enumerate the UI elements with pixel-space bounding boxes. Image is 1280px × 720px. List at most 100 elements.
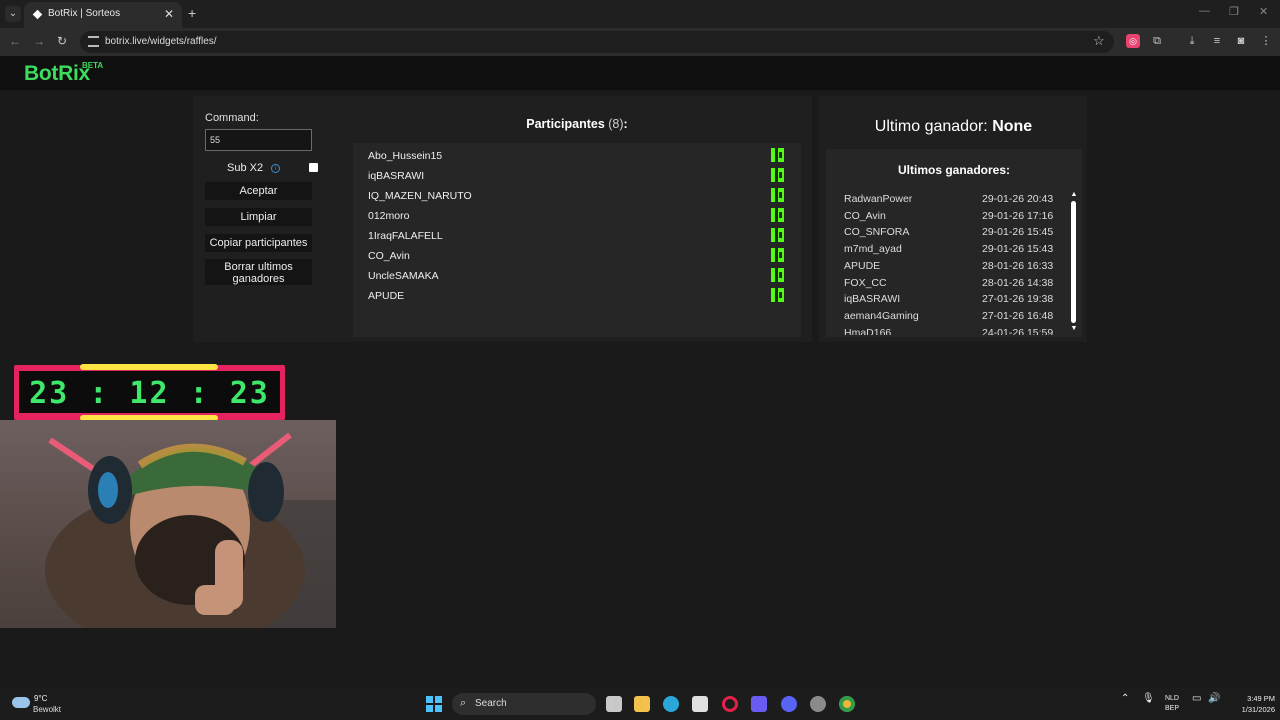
forward-icon[interactable]: → — [33, 34, 45, 48]
last-winner-row: aeman4Gaming 27-01-26 16:48 — [844, 308, 1054, 324]
participants-label: Participantes — [526, 117, 605, 131]
browser-tab[interactable]: BotRix | Sorteos ✕ — [24, 2, 182, 28]
extensions-puzzle-icon[interactable]: ⧉ — [1150, 34, 1164, 48]
last-winners-scrollbar[interactable]: ▲ ▼ — [1070, 191, 1078, 333]
participants-count: (8) — [608, 117, 624, 131]
command-label: Command: — [205, 112, 259, 124]
winner-name: APUDE — [844, 259, 881, 272]
participant-row: UncleSAMAKA — [368, 268, 788, 284]
tray-chevron-icon[interactable]: ⌃ — [1121, 694, 1129, 704]
participant-name: Abo_Hussein15 — [368, 150, 443, 162]
last-winner-row: iqBASRAWI 27-01-26 19:38 — [844, 291, 1054, 307]
info-icon[interactable]: i — [271, 164, 280, 173]
last-winner-row: FOX_CC 28-01-26 14:38 — [844, 275, 1054, 291]
tab-list-chevron-icon[interactable]: ⌄ — [5, 6, 21, 22]
scroll-down-icon[interactable]: ▼ — [1070, 325, 1078, 332]
participant-row: IQ_MAZEN_NARUTO — [368, 188, 788, 204]
volume-icon[interactable]: 🔊 — [1208, 694, 1220, 704]
task-view-icon[interactable] — [606, 696, 622, 712]
extension-icon[interactable]: ◎ — [1126, 34, 1140, 48]
profile-icon[interactable]: ◙ — [1234, 34, 1248, 48]
new-tab-icon[interactable]: + — [188, 5, 196, 21]
language-indicator[interactable]: NLD BEP — [1160, 694, 1184, 714]
site-info-icon[interactable] — [88, 36, 99, 47]
reload-icon[interactable]: ↻ — [57, 34, 67, 48]
winner-name: HmaD166 — [844, 326, 892, 335]
last-winner-row: APUDE 28-01-26 16:33 — [844, 258, 1054, 274]
delete-last-winners-button[interactable]: Borrar ultimos ganadores — [205, 259, 312, 285]
steam-icon[interactable] — [810, 696, 826, 712]
participant-name: UncleSAMAKA — [368, 270, 439, 282]
clock-time: 3:49 PM — [1247, 694, 1275, 703]
tab-close-icon[interactable]: ✕ — [164, 7, 174, 21]
taskbar-search[interactable]: ⌕ Search — [452, 693, 596, 715]
last-winner-heading: Ultimo ganador: None — [820, 118, 1087, 136]
winner-date: 24-01-26 15:59 — [982, 326, 1054, 335]
favicon-icon — [32, 9, 43, 20]
winner-date: 29-01-26 20:43 — [982, 193, 1054, 205]
copilot-icon[interactable] — [751, 696, 767, 712]
sub-x2-label: Sub X2 — [227, 162, 264, 174]
last-winner-row: RadwanPower 29-01-26 20:43 — [844, 191, 1054, 207]
copy-participants-button[interactable]: Copiar participantes — [205, 234, 312, 252]
edge-icon[interactable] — [663, 696, 679, 712]
minimize-icon[interactable]: — — [1199, 5, 1210, 17]
participant-row: iqBASRAWI — [368, 168, 788, 184]
winner-date: 29-01-26 17:16 — [982, 209, 1054, 222]
taskbar-clock[interactable]: 3:49 PM 1/31/2026 — [1225, 693, 1275, 715]
chrome-icon[interactable] — [839, 696, 855, 712]
download-icon[interactable]: ⤓ — [1185, 34, 1199, 48]
menu-kebab-icon[interactable]: ⋮ — [1259, 34, 1273, 48]
command-input[interactable] — [205, 129, 312, 151]
discord-icon[interactable] — [781, 696, 797, 712]
scroll-up-icon[interactable]: ▲ — [1070, 191, 1078, 198]
botrix-logo[interactable]: BotRix — [24, 62, 90, 86]
microphone-icon[interactable]: 🎙 — [1142, 694, 1155, 704]
beta-badge: BETA — [82, 61, 104, 70]
close-window-icon[interactable]: ✕ — [1259, 5, 1268, 18]
sub-x2-checkbox[interactable] — [309, 163, 318, 172]
winner-date: 27-01-26 19:38 — [982, 293, 1054, 306]
bookmark-star-icon[interactable]: ☆ — [1093, 33, 1105, 49]
winner-name: aeman4Gaming — [844, 309, 919, 322]
winner-name: CO_SNFORA — [844, 226, 910, 239]
kick-icon — [771, 188, 784, 202]
timer-text: 23 : 12 : 23 — [29, 376, 270, 411]
participant-name: APUDE — [368, 290, 405, 302]
last-winner-value: None — [992, 118, 1033, 135]
countdown-timer: 23 : 12 : 23 — [14, 364, 285, 421]
back-icon[interactable]: ← — [9, 34, 21, 48]
reading-list-icon[interactable]: ≡ — [1210, 34, 1224, 48]
participants-title: Participantes (8): — [352, 117, 802, 131]
last-winner-label: Ultimo ganador: — [874, 118, 988, 135]
browser-tab-bar: ⌄ BotRix | Sorteos ✕ + — ❐ ✕ — [0, 0, 1280, 28]
file-explorer-icon[interactable] — [634, 696, 650, 712]
store-icon[interactable] — [692, 696, 708, 712]
participant-row: 012moro — [368, 208, 788, 224]
winner-date: 28-01-26 14:38 — [982, 276, 1054, 289]
language-top: NLD — [1164, 695, 1179, 702]
tab-title: BotRix | Sorteos — [48, 8, 121, 19]
participant-name: IQ_MAZEN_NARUTO — [368, 190, 472, 202]
scroll-thumb[interactable] — [1071, 201, 1076, 323]
weather-temperature[interactable]: 9°C — [34, 694, 47, 703]
cloud-icon[interactable] — [12, 697, 30, 708]
winner-name: FOX_CC — [844, 276, 887, 289]
accept-button[interactable]: Aceptar — [205, 182, 312, 200]
weather-description[interactable]: Bewolkt — [33, 705, 61, 714]
clear-button[interactable]: Limpiar — [205, 208, 312, 226]
opera-icon[interactable] — [722, 696, 738, 712]
windows-start-icon[interactable] — [426, 696, 442, 712]
language-bottom: BEP — [1164, 705, 1179, 712]
participant-row: 1IraqFALAFELL — [368, 228, 788, 244]
network-icon[interactable]: ▭ — [1192, 694, 1201, 704]
webcam-feed — [0, 420, 336, 628]
timer-display: 23 : 12 : 23 — [19, 371, 280, 413]
winner-name: CO_Avin — [844, 209, 886, 222]
address-bar[interactable]: botrix.live/widgets/raffles/ ☆ — [80, 31, 1114, 53]
participant-row: CO_Avin — [368, 248, 788, 264]
url-text[interactable]: botrix.live/widgets/raffles/ — [105, 36, 217, 47]
restore-icon[interactable]: ❐ — [1229, 5, 1239, 18]
participant-row: Abo_Hussein15 — [368, 148, 788, 164]
last-winners-box: Ultimos ganadores: RadwanPower 29-01-26 2… — [826, 149, 1082, 337]
